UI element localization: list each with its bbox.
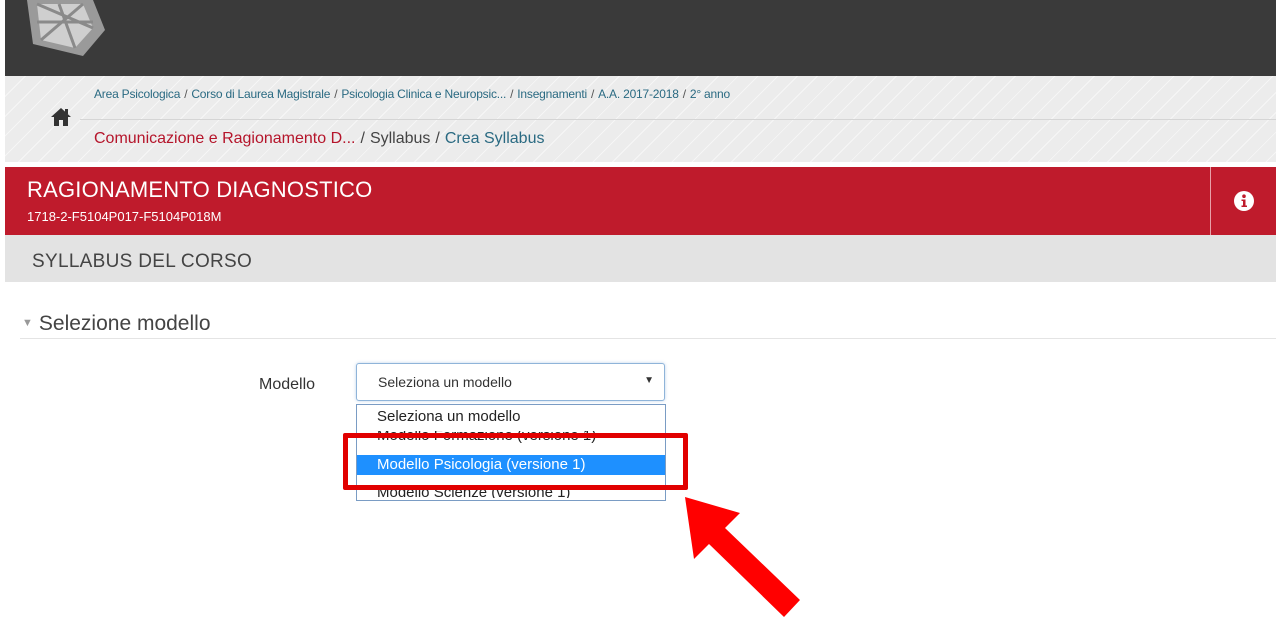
fieldset-divider: [20, 338, 1276, 339]
model-select[interactable]: Seleziona un modello ▼: [356, 363, 665, 401]
breadcrumb-current[interactable]: Crea Syllabus: [445, 130, 545, 147]
fieldset-legend-text: Selezione modello: [38, 312, 211, 335]
section-header: SYLLABUS DEL CORSO: [5, 235, 1276, 282]
breadcrumb-link-syllabus[interactable]: Syllabus: [370, 130, 430, 147]
breadcrumb-link-course[interactable]: Comunicazione e Ragionamento D...: [94, 130, 355, 147]
dropdown-option-psicologia[interactable]: Modello Psicologia (versione 1): [357, 455, 665, 475]
collapse-triangle-icon: ▼: [22, 317, 33, 329]
info-icon: [1234, 191, 1254, 211]
breadcrumb-link-psicologia[interactable]: Psicologia Clinica e Neuropsic...: [341, 87, 506, 101]
fieldset-legend[interactable]: ▼ Selezione modello: [22, 312, 211, 336]
dropdown-option-formazione[interactable]: Modello Formazione (versione 1): [357, 431, 665, 447]
breadcrumb-link-anno[interactable]: 2° anno: [690, 87, 730, 101]
university-logo[interactable]: [23, 0, 109, 56]
course-code: 1718-2-F5104P017-F5104P018M: [27, 209, 222, 224]
breadcrumb-link-area[interactable]: Area Psicologica: [94, 87, 180, 101]
info-button[interactable]: [1210, 167, 1276, 235]
dropdown-option-placeholder[interactable]: Seleziona un modello: [357, 407, 665, 427]
home-icon[interactable]: [50, 106, 72, 128]
breadcrumb-divider: [80, 119, 1276, 120]
annotation-arrow: [685, 497, 800, 617]
top-navbar: [5, 0, 1276, 76]
breadcrumb-row-2: Comunicazione e Ragionamento D... / Syllab…: [94, 130, 545, 147]
section-title: SYLLABUS DEL CORSO: [32, 251, 253, 272]
breadcrumb-link-anno-accademico[interactable]: A.A. 2017-2018: [598, 87, 679, 101]
field-label-modello: Modello: [259, 376, 316, 393]
dropdown-option-scienze[interactable]: Modello Scienze (versione 1): [357, 482, 665, 498]
model-select-value: Seleziona un modello: [378, 374, 512, 390]
chevron-down-icon: ▼: [644, 375, 654, 386]
course-title: RAGIONAMENTO DIAGNOSTICO: [27, 177, 373, 202]
breadcrumb-row-1: Area Psicologica / Corso di Laurea Magistr…: [94, 87, 730, 101]
breadcrumb-link-corso[interactable]: Corso di Laurea Magistrale: [191, 87, 330, 101]
model-dropdown-list: Seleziona un modello Modello Formazione …: [356, 404, 666, 501]
course-header: RAGIONAMENTO DIAGNOSTICO 1718-2-F5104P01…: [5, 167, 1276, 235]
breadcrumb-link-insegnamenti[interactable]: Insegnamenti: [517, 87, 587, 101]
